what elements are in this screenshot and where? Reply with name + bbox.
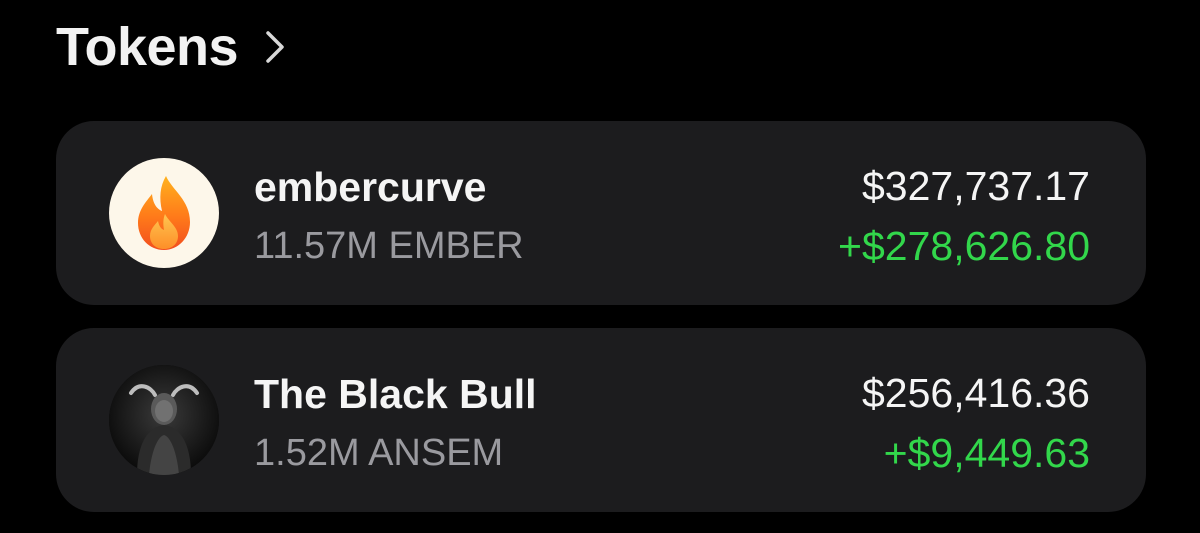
token-change: +$278,626.80 [838,223,1090,269]
token-amount: 1.52M ANSEM [254,432,504,474]
tokens-header[interactable]: Tokens [56,12,286,82]
token-value: $256,416.36 [861,370,1090,416]
flame-icon [109,158,219,268]
page-title: Tokens [56,17,239,77]
token-change: +$9,449.63 [883,430,1090,476]
token-name: The Black Bull [254,371,537,417]
token-row-ember[interactable]: embercurve 11.57M EMBER $327,737.17 +$27… [56,121,1146,305]
chevron-right-icon [264,30,286,64]
token-name: embercurve [254,164,487,210]
token-value: $327,737.17 [861,163,1090,209]
token-row-ansem[interactable]: The Black Bull 1.52M ANSEM $256,416.36 +… [56,328,1146,512]
black-bull-avatar [109,365,219,475]
token-amount: 11.57M EMBER [254,225,524,267]
